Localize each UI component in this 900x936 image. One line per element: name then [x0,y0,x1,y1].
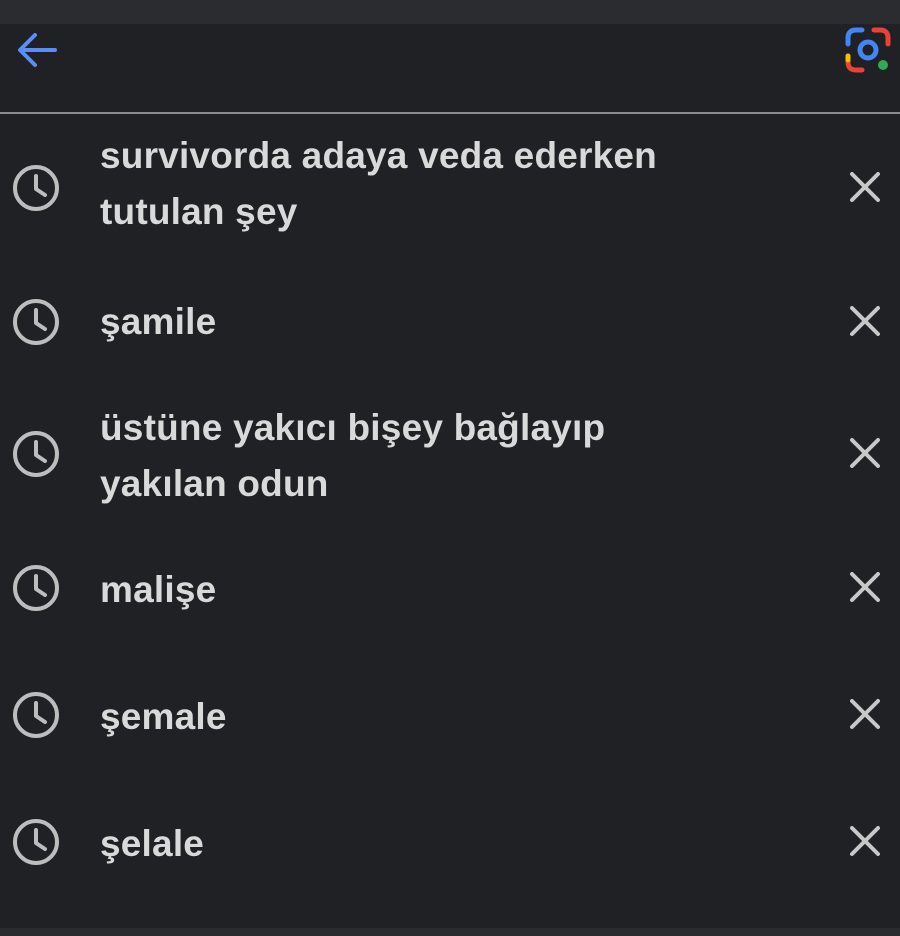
history-item[interactable]: şemale [0,689,900,745]
clock-icon [13,692,59,738]
header-divider [0,112,900,114]
status-strip [0,0,900,24]
remove-button[interactable] [840,162,890,212]
remove-button[interactable] [840,296,890,346]
arrow-left-icon [18,33,57,67]
close-icon [850,172,880,202]
close-icon [850,306,880,336]
back-button[interactable] [8,26,66,74]
history-item-text: malişe [100,569,217,610]
history-item-text: survivorda adaya veda ederken tutulan şe… [100,135,657,232]
history-item[interactable]: malişe [0,562,900,618]
history-item[interactable]: şelale [0,816,900,872]
remove-button[interactable] [840,689,890,739]
close-icon [850,826,880,856]
remove-button[interactable] [840,428,890,478]
clock-icon [13,565,59,611]
bottom-strip [0,928,900,936]
history-item-text: şemale [100,696,227,737]
history-item-text: üstüne yakıcı bişey bağlayıp yakılan odu… [100,407,606,504]
remove-button[interactable] [840,816,890,866]
clock-icon [13,299,59,345]
remove-button[interactable] [840,562,890,612]
clock-icon [13,431,59,477]
history-item-text: şamile [100,301,217,342]
close-icon [850,699,880,729]
search-header [0,24,900,112]
close-icon [850,438,880,468]
history-item[interactable]: üstüne yakıcı bişey bağlayıp yakılan odu… [0,400,900,520]
clock-icon [13,819,59,865]
clock-icon [13,165,59,211]
history-item-text: şelale [100,823,205,864]
history-item[interactable]: survivorda adaya veda ederken tutulan şe… [0,128,900,248]
close-icon [850,572,880,602]
google-lens-button[interactable] [836,24,900,76]
history-item[interactable]: şamile [0,294,900,350]
google-lens-icon [845,27,891,73]
